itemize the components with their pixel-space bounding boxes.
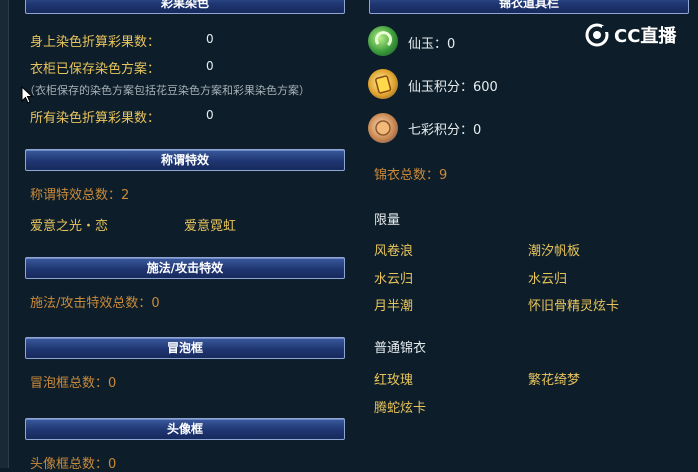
title-effect-item-1[interactable]: 爱意之光・恋	[30, 215, 108, 234]
left-edge-strip	[0, 0, 9, 468]
wardrobe-header-label: 锦衣道具栏	[498, 0, 559, 10]
dye-row2-value: 0	[206, 59, 214, 73]
xianyu-label: 仙玉：0	[408, 37, 456, 52]
orb-shape-icon	[375, 120, 391, 136]
dye-row3-label: 所有染色折算彩果数：	[30, 111, 161, 126]
title-effect-item-2[interactable]: 爱意霓虹	[184, 215, 236, 234]
dye-row1-label: 身上染色折算彩果数：	[30, 35, 161, 50]
qicai-points-label: 七彩积分：0	[408, 123, 482, 138]
dye-row2-label: 衣柜已保存染色方案：	[30, 62, 161, 77]
limited-item-6[interactable]: 怀旧骨精灵炫卡	[528, 295, 619, 314]
xianyu-points-label: 仙玉积分：600	[408, 80, 498, 95]
avatar-frame-total: 头像框总数：0	[30, 457, 117, 472]
limited-item-2[interactable]: 潮汐帆板	[528, 240, 580, 259]
jade-swirl-icon	[375, 31, 392, 47]
wardrobe-header[interactable]: 锦衣道具栏	[369, 0, 689, 14]
normal-section-title: 普通锦衣	[374, 341, 427, 356]
normal-item-3[interactable]: 腾蛇炫卡	[374, 397, 426, 416]
gold-card-icon	[368, 69, 398, 99]
green-jade-icon	[368, 26, 398, 56]
spell-effect-total: 施法/攻击特效总数：0	[30, 296, 160, 311]
cc-logo-icon	[585, 23, 610, 47]
limited-section-title: 限量	[374, 213, 401, 228]
limited-item-4[interactable]: 水云归	[528, 268, 567, 287]
mouse-cursor-icon	[21, 86, 33, 104]
avatar-frame-header-label: 头像框	[166, 422, 203, 436]
bubble-frame-header[interactable]: 冒泡框	[25, 337, 345, 359]
limited-item-1[interactable]: 风卷浪	[374, 240, 413, 259]
title-effect-header-label: 称谓特效	[160, 153, 209, 167]
normal-item-1[interactable]: 红玫瑰	[374, 369, 413, 388]
bubble-frame-header-label: 冒泡框	[166, 341, 203, 355]
limited-item-3[interactable]: 水云归	[374, 268, 413, 287]
title-effect-header[interactable]: 称谓特效	[25, 149, 345, 171]
card-shape-icon	[375, 75, 392, 94]
limited-item-5[interactable]: 月半潮	[374, 295, 413, 314]
dye-row3-value: 0	[206, 108, 214, 122]
dye-note: （衣柜保存的染色方案包括花豆染色方案和彩果染色方案）	[24, 84, 310, 97]
title-effect-total: 称谓特效总数：2	[30, 188, 130, 203]
rainbow-orb-icon	[368, 113, 398, 143]
cc-live-logo: CC直播	[584, 20, 680, 50]
spell-effect-header-label: 施法/攻击特效	[146, 261, 224, 275]
normal-item-2[interactable]: 繁花绮梦	[528, 369, 580, 388]
avatar-frame-header[interactable]: 头像框	[25, 418, 345, 440]
wardrobe-count: 锦衣总数：9	[374, 168, 448, 183]
dye-row1-value: 0	[206, 32, 214, 46]
dye-section-header[interactable]: 彩果染色	[25, 0, 345, 14]
bubble-frame-total: 冒泡框总数：0	[30, 376, 117, 391]
dye-header-label: 彩果染色	[160, 0, 209, 10]
spell-effect-header[interactable]: 施法/攻击特效	[25, 257, 345, 279]
cc-logo-text: CC直播	[614, 26, 677, 47]
